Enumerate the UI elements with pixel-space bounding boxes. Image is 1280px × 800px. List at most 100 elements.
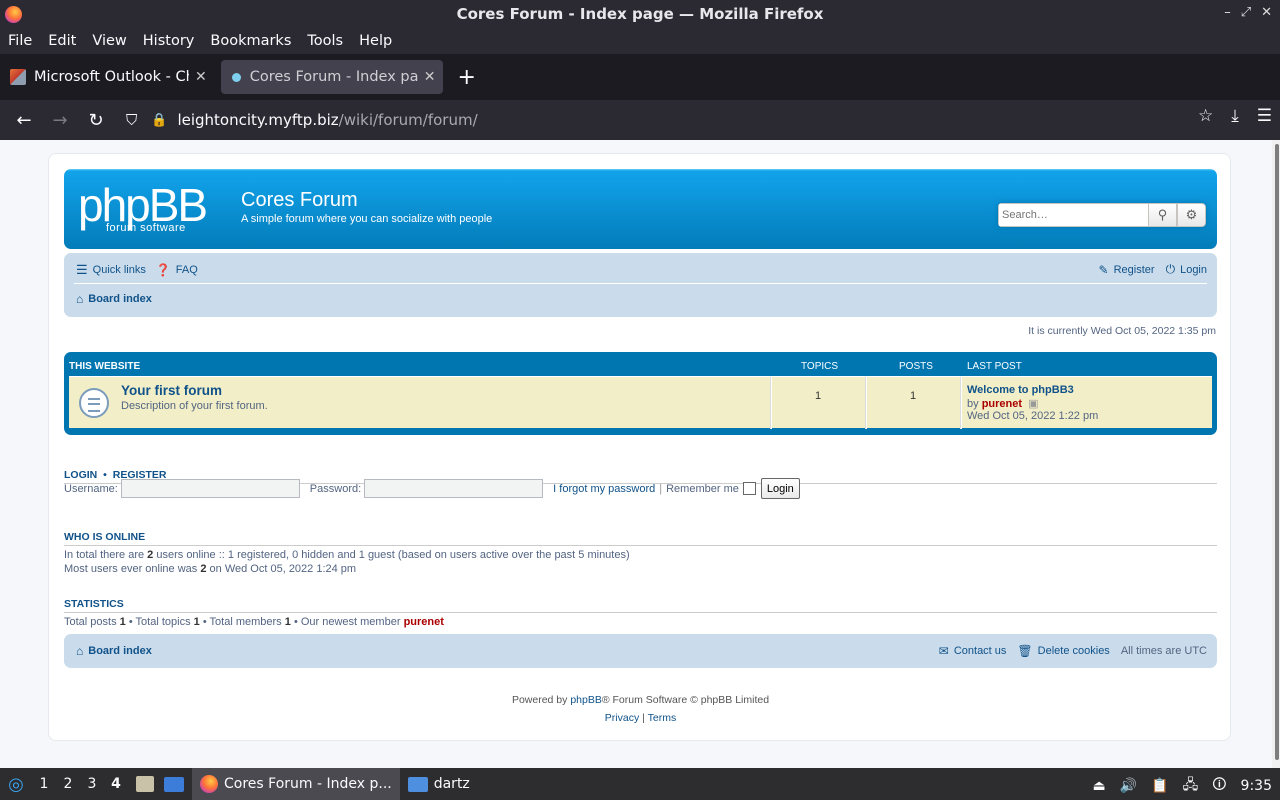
topics-header: TOPICS [801,361,839,372]
close-tab-icon[interactable]: ✕ [424,69,436,85]
footer-navbar: ⌂ Board index ✉ Contact us 🗑 Delete cook… [64,634,1217,668]
menu-view[interactable]: View [90,33,128,49]
downloads-icon[interactable]: ⤓ [1231,106,1239,126]
taskbar-app-dartz[interactable]: dartz [400,768,478,800]
contact-us-link[interactable]: Contact us [954,645,1007,657]
page-scrollbar[interactable] [1272,140,1280,768]
menu-history[interactable]: History [141,33,197,49]
pipe-separator: | [642,712,645,724]
powered-by: Powered by phpBB® Forum Software © phpBB… [49,694,1232,706]
tab-label: Microsoft Outlook - Chrome [34,69,189,85]
close-window-button[interactable]: ✕ [1261,5,1272,20]
cell-divider [770,377,772,429]
hamburger-menu-icon[interactable]: ☰ [1257,106,1272,126]
search-icon[interactable]: ⚲ [1148,203,1177,227]
volume-icon[interactable]: 🔊 [1120,778,1137,794]
phpbb-link[interactable]: phpBB [570,694,602,706]
outlook-favicon-icon [10,69,26,85]
board-index-link[interactable]: Board index [88,293,152,305]
workspace-1[interactable]: 1 [32,776,56,792]
navigation-bar: ← → ↻ ⛉ 🔒 leightoncity.myftp.biz/wiki/fo… [0,100,1280,140]
workspace-2[interactable]: 2 [56,776,80,792]
file-manager-launcher-icon[interactable] [136,776,154,792]
menu-bookmarks[interactable]: Bookmarks [208,33,293,49]
workspace-4[interactable]: 4 [104,776,128,792]
new-tab-icon[interactable]: + [457,65,475,90]
workspace-3[interactable]: 3 [80,776,104,792]
view-latest-post-icon[interactable]: ▣ [1028,398,1038,410]
username-input[interactable] [120,479,300,498]
close-tab-icon[interactable]: ✕ [195,69,207,85]
scrollbar-thumb[interactable] [1275,144,1279,760]
taskbar-app-firefox[interactable]: Cores Forum - Index p... [192,768,400,800]
desktop-launcher-icon[interactable] [164,776,184,792]
pencil-square-icon: ✎ [1098,262,1109,277]
quick-links-link[interactable]: Quick links [93,264,146,276]
menu-tools[interactable]: Tools [305,33,345,49]
url-bar[interactable]: ⛉ 🔒 leightoncity.myftp.biz/wiki/forum/fo… [120,104,1200,136]
back-arrow-icon[interactable]: ← [6,110,42,131]
minimize-button[interactable]: – [1224,5,1231,20]
page-viewport: phpBB forum software Cores Forum A simpl… [0,140,1280,768]
home-icon: ⌂ [76,292,84,306]
newest-member-link[interactable]: purenet [404,616,444,628]
bookmark-star-icon[interactable]: ☆ [1198,106,1213,126]
privacy-link[interactable]: Privacy [605,712,639,724]
forum-description: Description of your first forum. [121,400,268,412]
url-path: /wiki/forum/forum/ [338,111,478,129]
total-topics-value: 1 [193,616,200,628]
start-menu-icon[interactable]: ◎ [0,774,32,795]
menu-edit[interactable]: Edit [46,33,78,49]
tab-cores-forum[interactable]: Cores Forum - Index page ✕ [220,60,444,94]
search-input[interactable] [998,203,1148,227]
lock-icon[interactable]: 🔒 [151,113,167,128]
forgot-password-link[interactable]: I forgot my password [553,483,655,495]
shield-icon[interactable]: ⛉ [126,111,137,129]
who-is-online-header[interactable]: WHO IS ONLINE [64,531,1217,546]
notification-icon[interactable]: 🛈 [1212,774,1226,798]
account-links: ✎ Register ⏻ Login [1099,262,1207,277]
terms-link[interactable]: Terms [648,712,677,724]
footer-board-index-link[interactable]: Board index [88,645,152,657]
timezone-text: All times are UTC [1120,645,1207,657]
power-icon: ⏻ [1165,262,1176,276]
reload-icon[interactable]: ↻ [78,110,114,131]
maximize-button[interactable]: ⤢ [1241,5,1251,20]
pipe-separator: | [659,482,663,495]
last-post-user-link[interactable]: purenet [982,398,1022,410]
question-circle-icon: ❓ [155,263,171,277]
menu-help[interactable]: Help [357,33,394,49]
faq-link[interactable]: FAQ [176,264,198,276]
newest-member-label: • Our newest member [293,616,401,628]
menu-file[interactable]: File [6,33,34,49]
advanced-search-gear-icon[interactable]: ⚙ [1177,203,1206,227]
remember-me-label: Remember me [666,482,739,495]
site-description: A simple forum where you can socialize w… [241,213,493,225]
cell-divider [865,377,867,429]
remember-me-checkbox[interactable] [742,482,756,495]
trash-icon: 🗑 [1017,644,1033,658]
taskbar-app-label: Cores Forum - Index p... [224,776,392,792]
last-post-date: Wed Oct 05, 2022 1:22 pm [967,410,1099,422]
section-header[interactable]: THIS WEBSITE [69,361,140,372]
register-link[interactable]: Register [1114,264,1155,276]
firefox-icon [200,775,218,793]
bars-icon: ☰ [76,262,88,277]
network-icon[interactable]: 🖧 [1183,774,1199,798]
forum-topics-count: 1 [814,390,822,402]
quick-login-form: Username: Password: I forgot my password… [64,478,800,499]
login-link[interactable]: Login [1180,264,1207,276]
delete-cookies-link[interactable]: Delete cookies [1038,645,1110,657]
eject-icon[interactable]: ⏏ [1093,778,1106,794]
last-post-title-link[interactable]: Welcome to phpBB3 [967,384,1074,396]
current-time: It is currently Wed Oct 05, 2022 1:35 pm [1028,325,1216,337]
password-input[interactable] [364,479,544,498]
forward-arrow-icon[interactable]: → [42,110,78,131]
tab-label: Cores Forum - Index page [249,69,418,85]
posts-header: POSTS [899,361,933,372]
phpbb-logo[interactable]: phpBB forum software [78,182,234,234]
clipboard-icon[interactable]: 📋 [1151,778,1168,794]
forum-title-link[interactable]: Your first forum [121,383,222,398]
tab-outlook[interactable]: Microsoft Outlook - Chrome ✕ [2,60,215,94]
login-button[interactable]: Login [760,478,800,499]
